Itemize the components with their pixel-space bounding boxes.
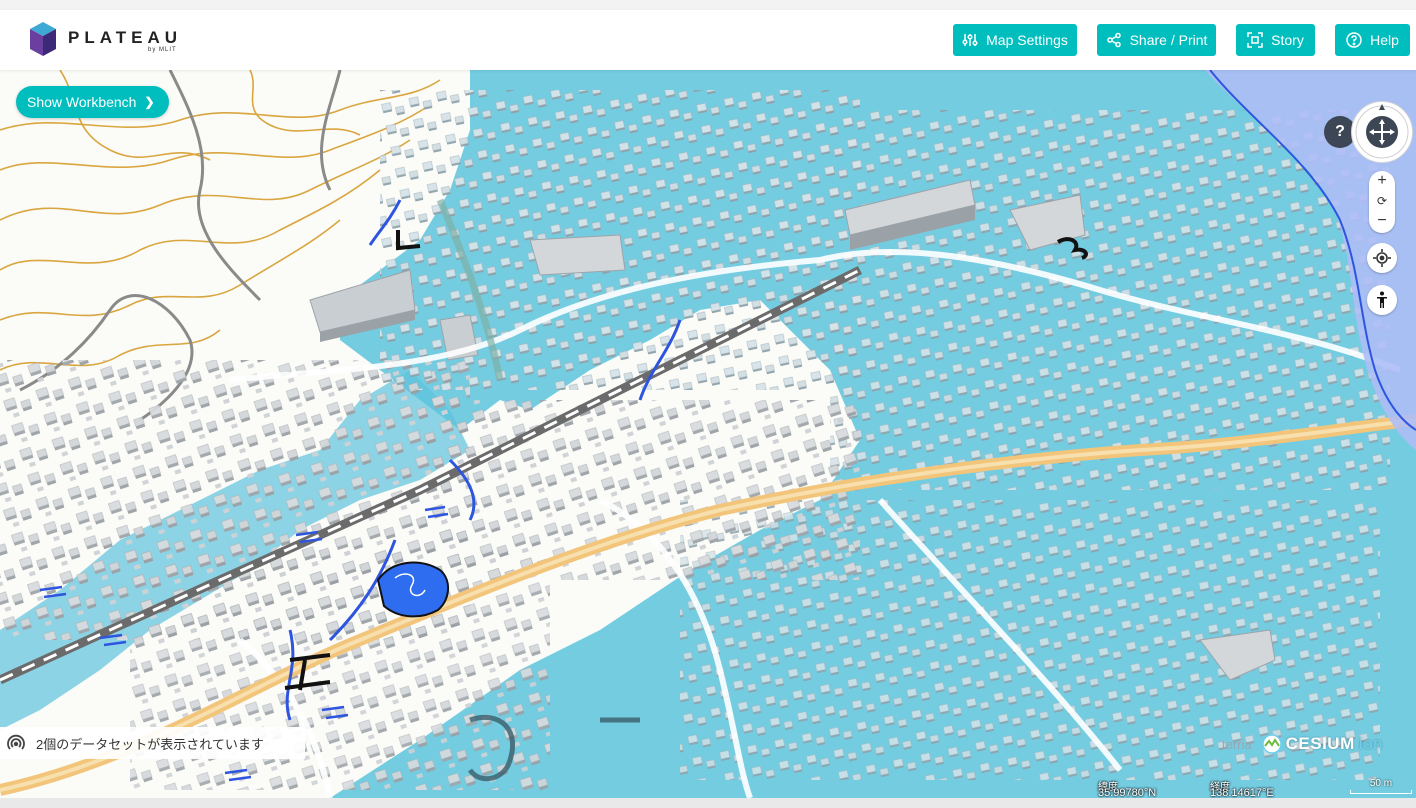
terria-credit[interactable]: terria	[1222, 737, 1252, 752]
map-settings-label: Map Settings	[986, 32, 1068, 48]
latitude-value: 35.99780°N	[1098, 787, 1157, 799]
dataset-status-text: 2個のデータセットが表示されています	[36, 736, 264, 752]
pedestrian-icon	[1377, 291, 1387, 308]
zoom-out-button[interactable]: −	[1369, 211, 1395, 231]
share-icon	[1106, 32, 1121, 48]
cesium-logo-icon	[1261, 734, 1282, 754]
dataset-status-bar: 2個のデータセットが表示されています	[0, 727, 305, 759]
story-button[interactable]: Story	[1236, 24, 1315, 56]
broadcast-icon	[7, 734, 25, 750]
scale-label: 50 m	[1369, 778, 1393, 789]
map-canvas[interactable]	[0, 70, 1416, 798]
compass-control[interactable]	[1351, 101, 1413, 163]
cesium-ion-credit[interactable]: CESIUM ion	[1261, 734, 1383, 754]
map-credits: terria CESIUM ion	[1222, 731, 1383, 757]
story-icon	[1247, 32, 1263, 48]
help-circle-icon	[1346, 32, 1362, 48]
share-print-label: Share / Print	[1129, 32, 1208, 48]
show-workbench-label: Show Workbench	[27, 94, 137, 110]
sliders-icon	[962, 34, 978, 46]
scale-bar: 50 m	[1350, 778, 1412, 794]
show-workbench-button[interactable]: Show Workbench ❯	[16, 86, 169, 118]
cesium-ion-text: ion	[1358, 734, 1383, 753]
pedestrian-mode-button[interactable]	[1367, 285, 1397, 315]
bottom-strip	[0, 798, 1416, 808]
selected-area[interactable]	[376, 561, 449, 618]
logo-subtext: by MLIT	[148, 47, 177, 53]
scale-bar-line	[1350, 790, 1412, 794]
logo-text: PLATEAU	[68, 28, 183, 47]
app-header: PLATEAU by MLIT Map Settings Share / Pri…	[0, 10, 1416, 70]
longitude-value: 138.14617°E	[1210, 787, 1274, 799]
help-button[interactable]: Help	[1335, 24, 1410, 56]
zoom-in-button[interactable]: +	[1369, 171, 1395, 191]
map-settings-button[interactable]: Map Settings	[953, 24, 1077, 56]
zoom-control: + ⟳ −	[1369, 171, 1395, 233]
plateau-cube-icon	[30, 22, 56, 56]
my-location-button[interactable]	[1367, 243, 1397, 273]
locate-icon	[1373, 249, 1391, 267]
compass-center[interactable]	[1366, 116, 1398, 148]
story-label: Story	[1271, 32, 1304, 48]
plateau-logo[interactable]: PLATEAU by MLIT	[30, 22, 200, 58]
share-print-button[interactable]: Share / Print	[1097, 24, 1216, 56]
chevron-right-icon: ❯	[144, 95, 155, 109]
cesium-text: CESIUM	[1285, 734, 1355, 753]
map-viewport[interactable]	[0, 70, 1416, 798]
move-arrows-icon	[1369, 119, 1395, 145]
help-label: Help	[1370, 32, 1399, 48]
question-mark-icon: ?	[1335, 123, 1345, 140]
zoom-reset-button[interactable]: ⟳	[1369, 191, 1395, 211]
